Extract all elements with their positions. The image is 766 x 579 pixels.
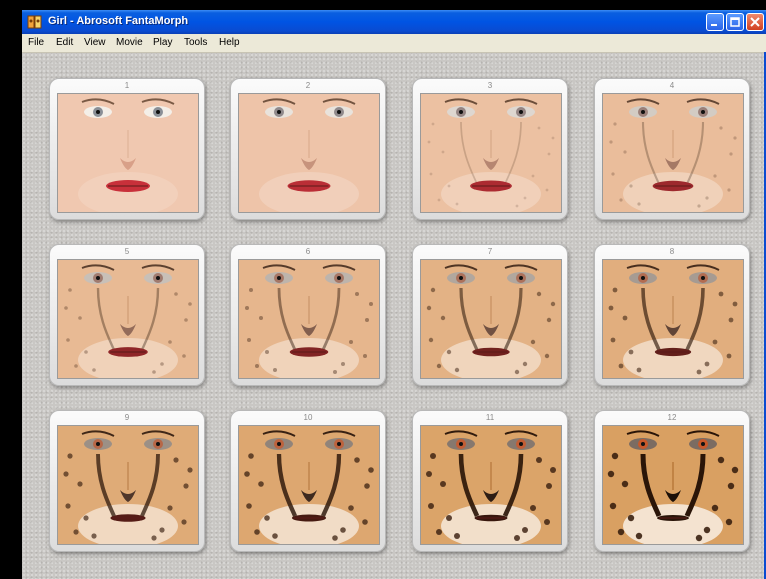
morph-frame[interactable]: 6 (230, 244, 386, 386)
morph-frame-image (420, 425, 562, 545)
morph-frame[interactable]: 7 (412, 244, 568, 386)
morph-frame-image (57, 93, 199, 213)
frame-number: 9 (124, 413, 130, 422)
morph-frame[interactable]: 11 (412, 410, 568, 552)
frame-number: 7 (487, 247, 493, 256)
morph-frame-image (57, 425, 199, 545)
app-window: Girl - Abrosoft FantaMorph File Edit Vie… (22, 10, 766, 579)
frame-number: 4 (669, 81, 675, 90)
menu-movie[interactable]: Movie (116, 37, 143, 48)
morph-frame-image (57, 259, 199, 379)
menu-tools[interactable]: Tools (184, 37, 207, 48)
frame-number: 8 (669, 247, 675, 256)
menu-file[interactable]: File (28, 37, 44, 48)
morph-frame[interactable]: 9 (49, 410, 205, 552)
menu-edit[interactable]: Edit (56, 37, 73, 48)
morph-frame[interactable]: 3 (412, 78, 568, 220)
morph-frame-image (420, 93, 562, 213)
fantamorph-app-icon (27, 14, 43, 30)
frame-number: 12 (667, 413, 677, 422)
close-button[interactable] (746, 13, 764, 31)
morph-frame[interactable]: 10 (230, 410, 386, 552)
morph-frame[interactable]: 2 (230, 78, 386, 220)
morph-frame-image (238, 259, 380, 379)
frame-number: 11 (485, 413, 495, 422)
morph-frame[interactable]: 1 (49, 78, 205, 220)
menu-view[interactable]: View (84, 37, 106, 48)
title-bar[interactable]: Girl - Abrosoft FantaMorph (22, 10, 766, 34)
morph-frame-image (238, 425, 380, 545)
morph-frame-image (420, 259, 562, 379)
window-title: Girl - Abrosoft FantaMorph (48, 15, 189, 27)
maximize-button[interactable] (726, 13, 744, 31)
frame-number: 10 (303, 413, 313, 422)
morph-frame[interactable]: 8 (594, 244, 750, 386)
menu-help[interactable]: Help (219, 37, 240, 48)
morph-frame[interactable]: 5 (49, 244, 205, 386)
frame-number: 5 (124, 247, 130, 256)
frame-sequence-workspace: 1 2 3 4 5 6 7 8 9 10 11 12 (22, 53, 766, 579)
frame-number: 1 (124, 81, 130, 90)
morph-frame-image (602, 425, 744, 545)
minimize-button[interactable] (706, 13, 724, 31)
morph-frame[interactable]: 4 (594, 78, 750, 220)
frame-number: 2 (305, 81, 311, 90)
menu-play[interactable]: Play (153, 37, 172, 48)
frame-number: 3 (487, 81, 493, 90)
morph-frame[interactable]: 12 (594, 410, 750, 552)
frame-number: 6 (305, 247, 311, 256)
morph-frame-image (602, 93, 744, 213)
menu-bar: File Edit View Movie Play Tools Help (22, 34, 766, 53)
morph-frame-image (238, 93, 380, 213)
morph-frame-image (602, 259, 744, 379)
